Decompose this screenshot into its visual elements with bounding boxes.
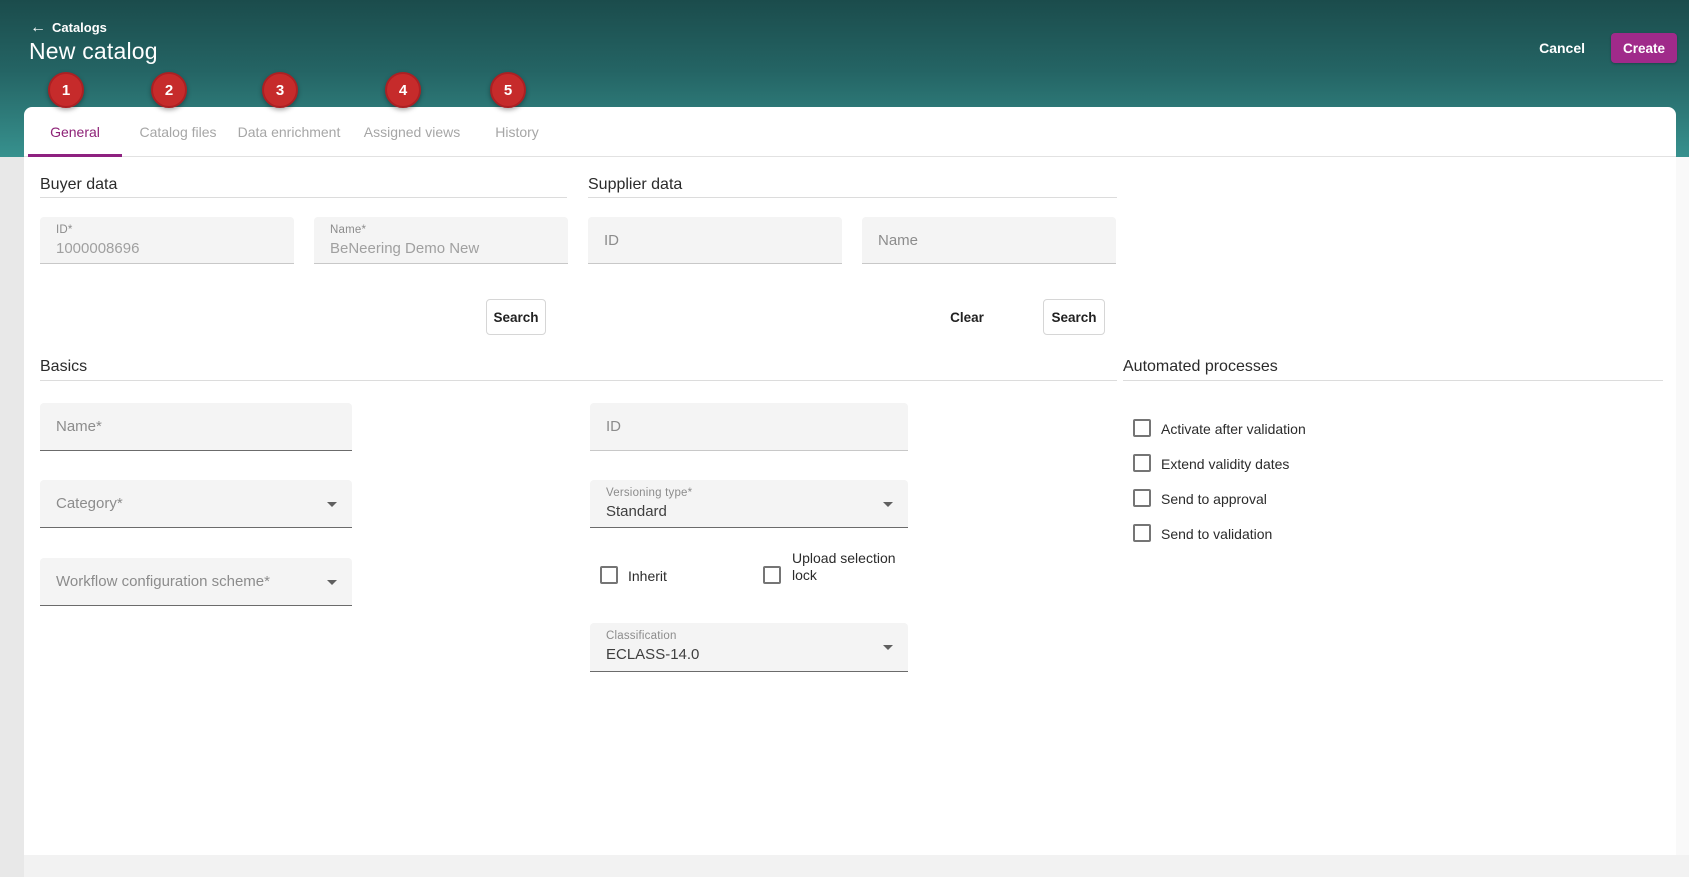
breadcrumb[interactable]: ← Catalogs (30, 20, 107, 35)
buyer-id-field[interactable]: ID* 1000008696 (40, 217, 294, 264)
buyer-data-divider (40, 197, 567, 198)
chevron-down-icon (883, 645, 893, 650)
basics-id-placeholder: ID (606, 403, 621, 450)
upload-selection-lock-label: Upload selection lock (792, 550, 912, 584)
step-badge-4: 4 (385, 72, 421, 108)
automated-processes-divider (1123, 380, 1663, 381)
breadcrumb-label: Catalogs (52, 20, 107, 35)
content-panel: 1 General 2 Catalog files 3 Data enrichm… (24, 107, 1676, 855)
buyer-id-value: 1000008696 (56, 240, 139, 257)
buyer-name-value: BeNeering Demo New (330, 240, 479, 257)
tab-general[interactable]: 1 General (24, 107, 126, 157)
workflow-scheme-select[interactable]: Workflow configuration scheme* (40, 558, 352, 606)
send-to-approval-label: Send to approval (1161, 491, 1267, 508)
versioning-type-value: Standard (606, 503, 667, 520)
buyer-id-label: ID* (56, 224, 73, 236)
bottom-background-band (24, 855, 1689, 877)
extend-validity-dates-label: Extend validity dates (1161, 456, 1289, 473)
right-background-strip (1676, 157, 1689, 855)
extend-validity-dates-checkbox[interactable] (1133, 454, 1151, 472)
tab-data-enrichment-label: Data enrichment (238, 124, 341, 140)
versioning-type-select[interactable]: Versioning type* Standard (590, 480, 908, 528)
supplier-clear-button[interactable]: Clear (932, 299, 1002, 335)
page-title: New catalog (29, 38, 158, 65)
step-badge-5: 5 (490, 72, 526, 108)
supplier-name-field[interactable]: Name (862, 217, 1116, 264)
send-to-validation-label: Send to validation (1161, 526, 1272, 543)
tab-catalog-files-label: Catalog files (139, 124, 216, 140)
basics-name-placeholder: Name* (56, 403, 102, 450)
send-to-approval-checkbox[interactable] (1133, 489, 1151, 507)
buyer-name-field[interactable]: Name* BeNeering Demo New (314, 217, 568, 264)
supplier-name-placeholder: Name (878, 217, 918, 263)
header-actions: Cancel Create (1529, 33, 1677, 63)
chevron-down-icon (327, 580, 337, 585)
tab-catalog-files[interactable]: 2 Catalog files (126, 107, 230, 157)
activate-after-validation-label: Activate after validation (1161, 421, 1306, 438)
activate-after-validation-checkbox[interactable] (1133, 419, 1151, 437)
left-background-strip (0, 157, 24, 877)
supplier-data-divider (588, 197, 1117, 198)
category-placeholder: Category* (56, 480, 123, 527)
supplier-search-button[interactable]: Search (1043, 299, 1105, 335)
supplier-id-placeholder: ID (604, 217, 619, 263)
step-badge-1: 1 (48, 72, 84, 108)
buyer-name-label: Name* (330, 224, 366, 236)
chevron-down-icon (327, 502, 337, 507)
tab-history-label: History (495, 124, 539, 140)
step-badge-2: 2 (151, 72, 187, 108)
chevron-down-icon (883, 502, 893, 507)
workflow-scheme-placeholder: Workflow configuration scheme* (56, 558, 270, 605)
tab-assigned-views[interactable]: 4 Assigned views (348, 107, 476, 157)
buyer-data-heading: Buyer data (40, 176, 117, 194)
tab-bar: 1 General 2 Catalog files 3 Data enrichm… (24, 107, 1676, 157)
cancel-button[interactable]: Cancel (1529, 34, 1595, 62)
automated-processes-heading: Automated processes (1123, 358, 1278, 376)
supplier-id-field[interactable]: ID (588, 217, 842, 264)
tab-data-enrichment[interactable]: 3 Data enrichment (230, 107, 348, 157)
send-to-validation-checkbox[interactable] (1133, 524, 1151, 542)
active-tab-underline (28, 154, 122, 157)
basics-id-field[interactable]: ID (590, 403, 908, 451)
buyer-search-button[interactable]: Search (486, 299, 546, 335)
create-button[interactable]: Create (1611, 33, 1677, 63)
inherit-checkbox[interactable] (600, 566, 618, 584)
basics-heading: Basics (40, 358, 87, 376)
versioning-type-label: Versioning type* (606, 487, 692, 499)
tab-assigned-views-label: Assigned views (364, 124, 461, 140)
back-arrow-icon: ← (30, 21, 46, 34)
inherit-checkbox-label: Inherit (628, 568, 667, 585)
classification-value: ECLASS-14.0 (606, 646, 699, 663)
tab-general-label: General (50, 124, 100, 140)
classification-select[interactable]: Classification ECLASS-14.0 (590, 623, 908, 672)
basics-name-field[interactable]: Name* (40, 403, 352, 451)
basics-divider (40, 380, 1117, 381)
upload-selection-lock-checkbox[interactable] (763, 566, 781, 584)
tab-history[interactable]: 5 History (476, 107, 558, 157)
step-badge-3: 3 (262, 72, 298, 108)
supplier-data-heading: Supplier data (588, 176, 682, 194)
category-select[interactable]: Category* (40, 480, 352, 528)
classification-label: Classification (606, 630, 677, 642)
